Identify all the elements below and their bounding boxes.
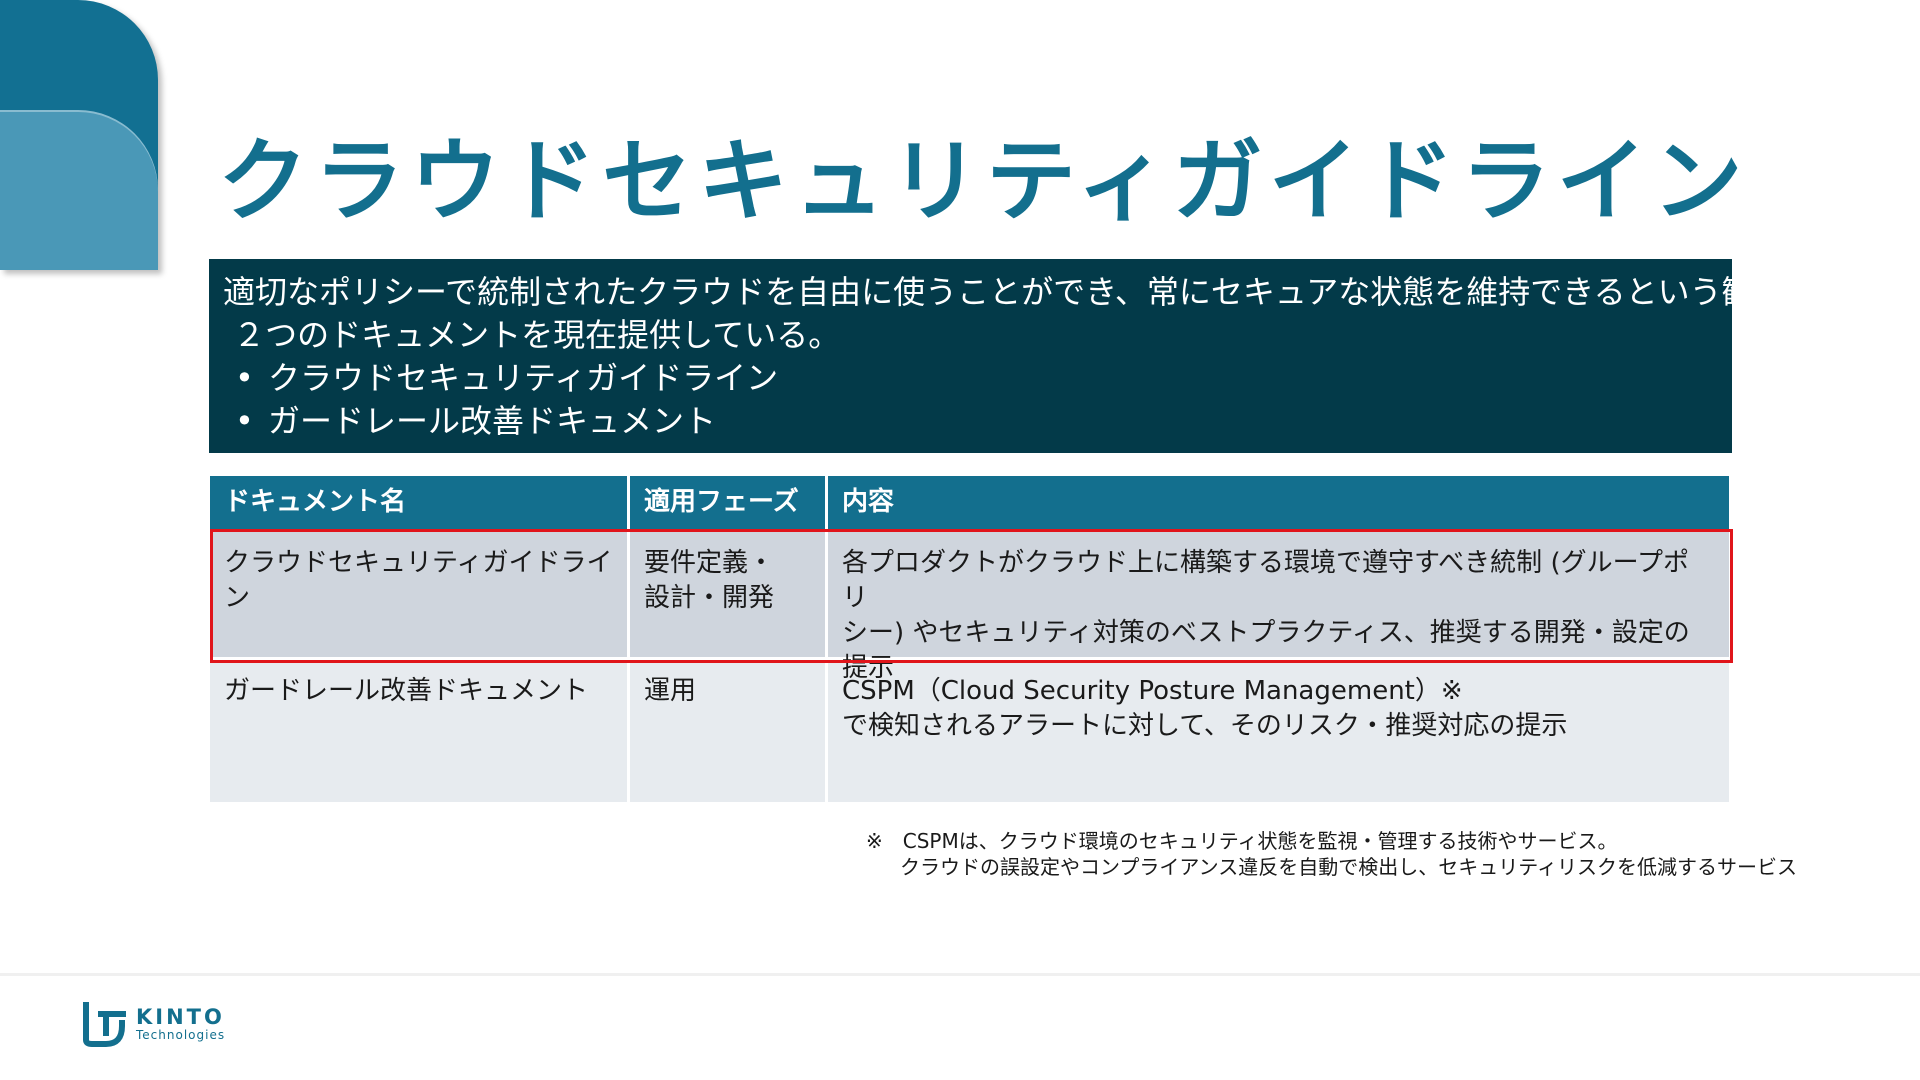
table-header: ドキュメント名 適用フェーズ 内容 [210,476,1729,529]
table-row: クラウドセキュリティガイドライン 要件定義・ 設計・開発 各プロダクトがクラウド… [210,532,1729,683]
footer-divider [0,973,1920,976]
logo-name: KINTO [136,1005,225,1029]
summary-bullet: • ガードレール改善ドキュメント [223,400,1718,443]
cell-document-name: クラウドセキュリティガイドライン [210,532,630,657]
footnote-line-1: ※ CSPMは、クラウド環境のセキュリティ状態を監視・管理する技術やサービス。 [866,829,1618,853]
header-content: 内容 [842,487,895,517]
cell-phase: 要件定義・ 設計・開発 [630,532,828,657]
cell-phase: 運用 [630,660,828,802]
cell-document-name: ガードレール改善ドキュメント [210,660,630,802]
logo-subtitle: Technologies [136,1028,226,1042]
cell-content: CSPM（Cloud Security Posture Management）※… [842,676,1568,741]
summary-line-1: 適切なポリシーで統制されたクラウドを自由に使うことができ、常にセキュアな状態を維… [223,273,1849,311]
bullet-icon: • [235,359,254,397]
summary-line-2: ２つのドキュメントを現在提供している。 [233,316,841,354]
header-document-name: ドキュメント名 [210,476,630,529]
footnote-line-2: クラウドの誤設定やコンプライアンス違反を自動で検出し、セキュリティリスクを低減す… [900,855,1797,879]
kinto-logo-icon [83,1002,126,1047]
summary-bullet: • クラウドセキュリティガイドライン [223,357,1718,400]
page-title: クラウドセキュリティガイドライン [218,129,1749,234]
bullet-icon: • [235,402,254,440]
header-phase: 適用フェーズ [630,476,828,529]
decorative-corner-light [0,110,158,270]
summary-box: 適切なポリシーで統制されたクラウドを自由に使うことができ、常にセキュアな状態を維… [209,259,1849,453]
company-logo: KINTO Technologies [82,1000,225,1048]
table-row: ガードレール改善ドキュメント 運用 CSPM（Cloud Security Po… [210,660,1729,802]
document-table: ドキュメント名 適用フェーズ 内容 クラウドセキュリティガイドライン 要件定義・… [210,476,1729,802]
cell-content: 各プロダクトがクラウド上に構築する環境で遵守すべき統制 (グループポリ シー) … [842,548,1690,683]
footnote: ※ CSPMは、クラウド環境のセキュリティ状態を監視・管理する技術やサービス。 … [866,828,1797,880]
